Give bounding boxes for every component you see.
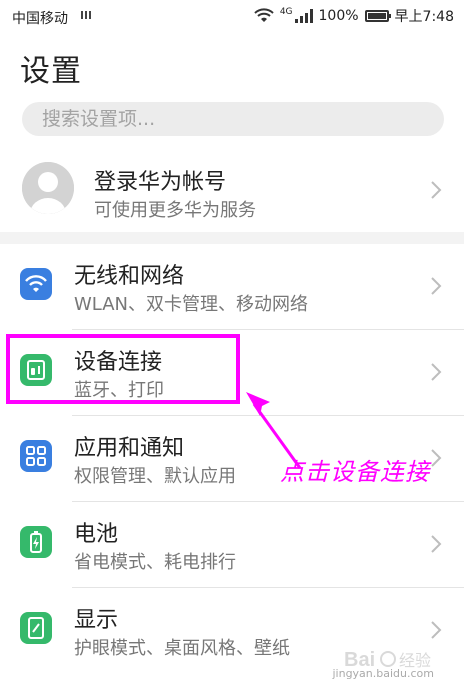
setting-title: 应用和通知 xyxy=(74,436,185,461)
chevron-right-icon xyxy=(430,362,442,382)
page-title: 设置 xyxy=(20,54,82,89)
setting-title: 无线和网络 xyxy=(74,264,185,289)
search-input[interactable] xyxy=(22,102,444,136)
wifi-icon xyxy=(20,268,52,300)
setting-item-battery[interactable]: 电池 省电模式、耗电排行 xyxy=(0,502,464,588)
hd-call-icon xyxy=(81,11,91,19)
avatar xyxy=(22,162,74,214)
setting-item-wireless[interactable]: 无线和网络 WLAN、双卡管理、移动网络 xyxy=(0,244,464,330)
status-indicators: 4G 100% 早上7:48 xyxy=(254,7,454,25)
network-type: 4G xyxy=(279,7,293,17)
setting-subtitle: 护眼模式、桌面风格、壁纸 xyxy=(74,638,290,659)
huawei-account-row[interactable]: 登录华为帐号 可使用更多华为服务 xyxy=(0,150,464,230)
account-title: 登录华为帐号 xyxy=(94,170,227,195)
section-divider xyxy=(0,232,464,244)
chevron-right-icon xyxy=(430,534,442,554)
setting-subtitle: 省电模式、耗电排行 xyxy=(74,552,236,573)
watermark-url: jingyan.baidu.com xyxy=(332,667,434,680)
setting-title: 电池 xyxy=(74,522,119,547)
account-subtitle: 可使用更多华为服务 xyxy=(94,200,256,221)
chevron-right-icon xyxy=(430,276,442,296)
highlight-box xyxy=(6,334,240,404)
annotation-text: 点击设备连接 xyxy=(280,458,430,486)
setting-subtitle: 权限管理、默认应用 xyxy=(74,466,236,487)
clock: 早上7:48 xyxy=(394,9,454,25)
chevron-right-icon xyxy=(430,620,442,640)
setting-subtitle: WLAN、双卡管理、移动网络 xyxy=(74,294,309,315)
setting-title: 显示 xyxy=(74,608,119,633)
display-icon xyxy=(20,612,52,644)
battery-status-icon xyxy=(364,10,391,22)
user-avatar-icon xyxy=(22,162,74,214)
battery-icon xyxy=(20,526,52,558)
chevron-right-icon xyxy=(430,180,442,200)
chevron-right-icon xyxy=(430,448,442,468)
battery-percent: 100% xyxy=(318,8,359,24)
carrier-name: 中国移动 xyxy=(12,11,68,27)
wifi-signal-icon xyxy=(254,8,274,22)
status-bar: 中国移动 4G 100% 早上7:48 xyxy=(0,0,464,34)
apps-grid-icon xyxy=(20,440,52,472)
cell-signal-icon xyxy=(294,9,313,23)
